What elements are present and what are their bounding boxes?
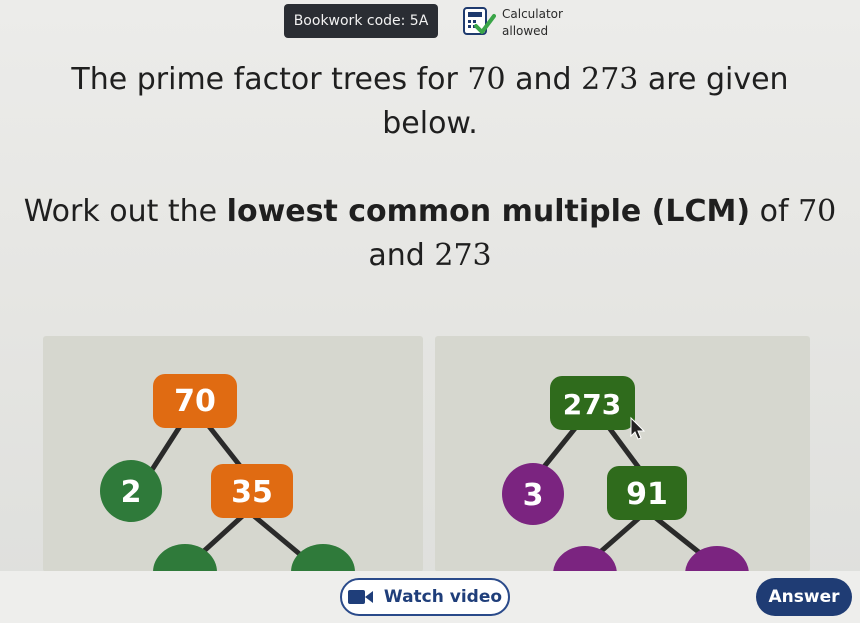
tree-node-right-label: 91 (626, 477, 668, 512)
factor-tree-70: 70 2 35 (100, 374, 355, 572)
watch-video-label: Watch video (383, 587, 503, 607)
bookwork-code-label: Bookwork code: 5A (293, 13, 429, 29)
calculator-check-icon (462, 6, 496, 36)
answer-button[interactable]: Answer (756, 578, 852, 616)
number-273: 273 (434, 238, 492, 273)
calculator-label: Calculator (502, 7, 563, 21)
calculator-allowed-label: allowed (502, 24, 549, 38)
question-task-bold: lowest common multiple (LCM) (226, 194, 751, 229)
factor-tree-273-panel: 273 3 91 (435, 336, 810, 572)
number-70: 70 (467, 62, 506, 97)
tree-node-root-label: 70 (174, 384, 216, 419)
answer-label: Answer (768, 587, 840, 607)
question-task-and: and (368, 238, 435, 273)
question-page: Bookwork code: 5A Calculator allowed The… (0, 0, 860, 623)
mouse-cursor-icon (630, 416, 646, 440)
watch-video-button[interactable]: Watch video (340, 578, 510, 616)
question-intro-text: The prime factor trees for (71, 62, 468, 97)
bookwork-code-badge: Bookwork code: 5A (284, 4, 438, 38)
factor-tree-273: 273 3 91 (502, 376, 749, 572)
question-intro-and: and (505, 62, 582, 97)
question-intro: The prime factor trees for 70 and 273 ar… (20, 58, 840, 146)
video-camera-icon (347, 589, 374, 605)
number-273: 273 (581, 62, 639, 97)
bottom-action-bar: Watch video Answer (0, 571, 860, 623)
question-intro-line2: below. (382, 106, 478, 141)
number-70: 70 (798, 194, 837, 229)
tree-node-right-label: 35 (231, 475, 273, 510)
calculator-allowed-text: Calculator allowed (502, 6, 563, 40)
question-task-text: Work out the (23, 194, 227, 229)
tree-node-root-label: 273 (563, 388, 621, 421)
question-task: Work out the lowest common multiple (LCM… (20, 190, 840, 278)
tree-node-left-label: 3 (523, 478, 544, 513)
tree-node-child-partial (553, 546, 617, 572)
tree-node-child-partial (291, 544, 355, 572)
question-task-of: of (750, 194, 799, 229)
factor-tree-70-panel: 70 2 35 (43, 336, 423, 572)
tree-node-left-label: 2 (121, 475, 142, 510)
question-intro-end: are given (638, 62, 789, 97)
